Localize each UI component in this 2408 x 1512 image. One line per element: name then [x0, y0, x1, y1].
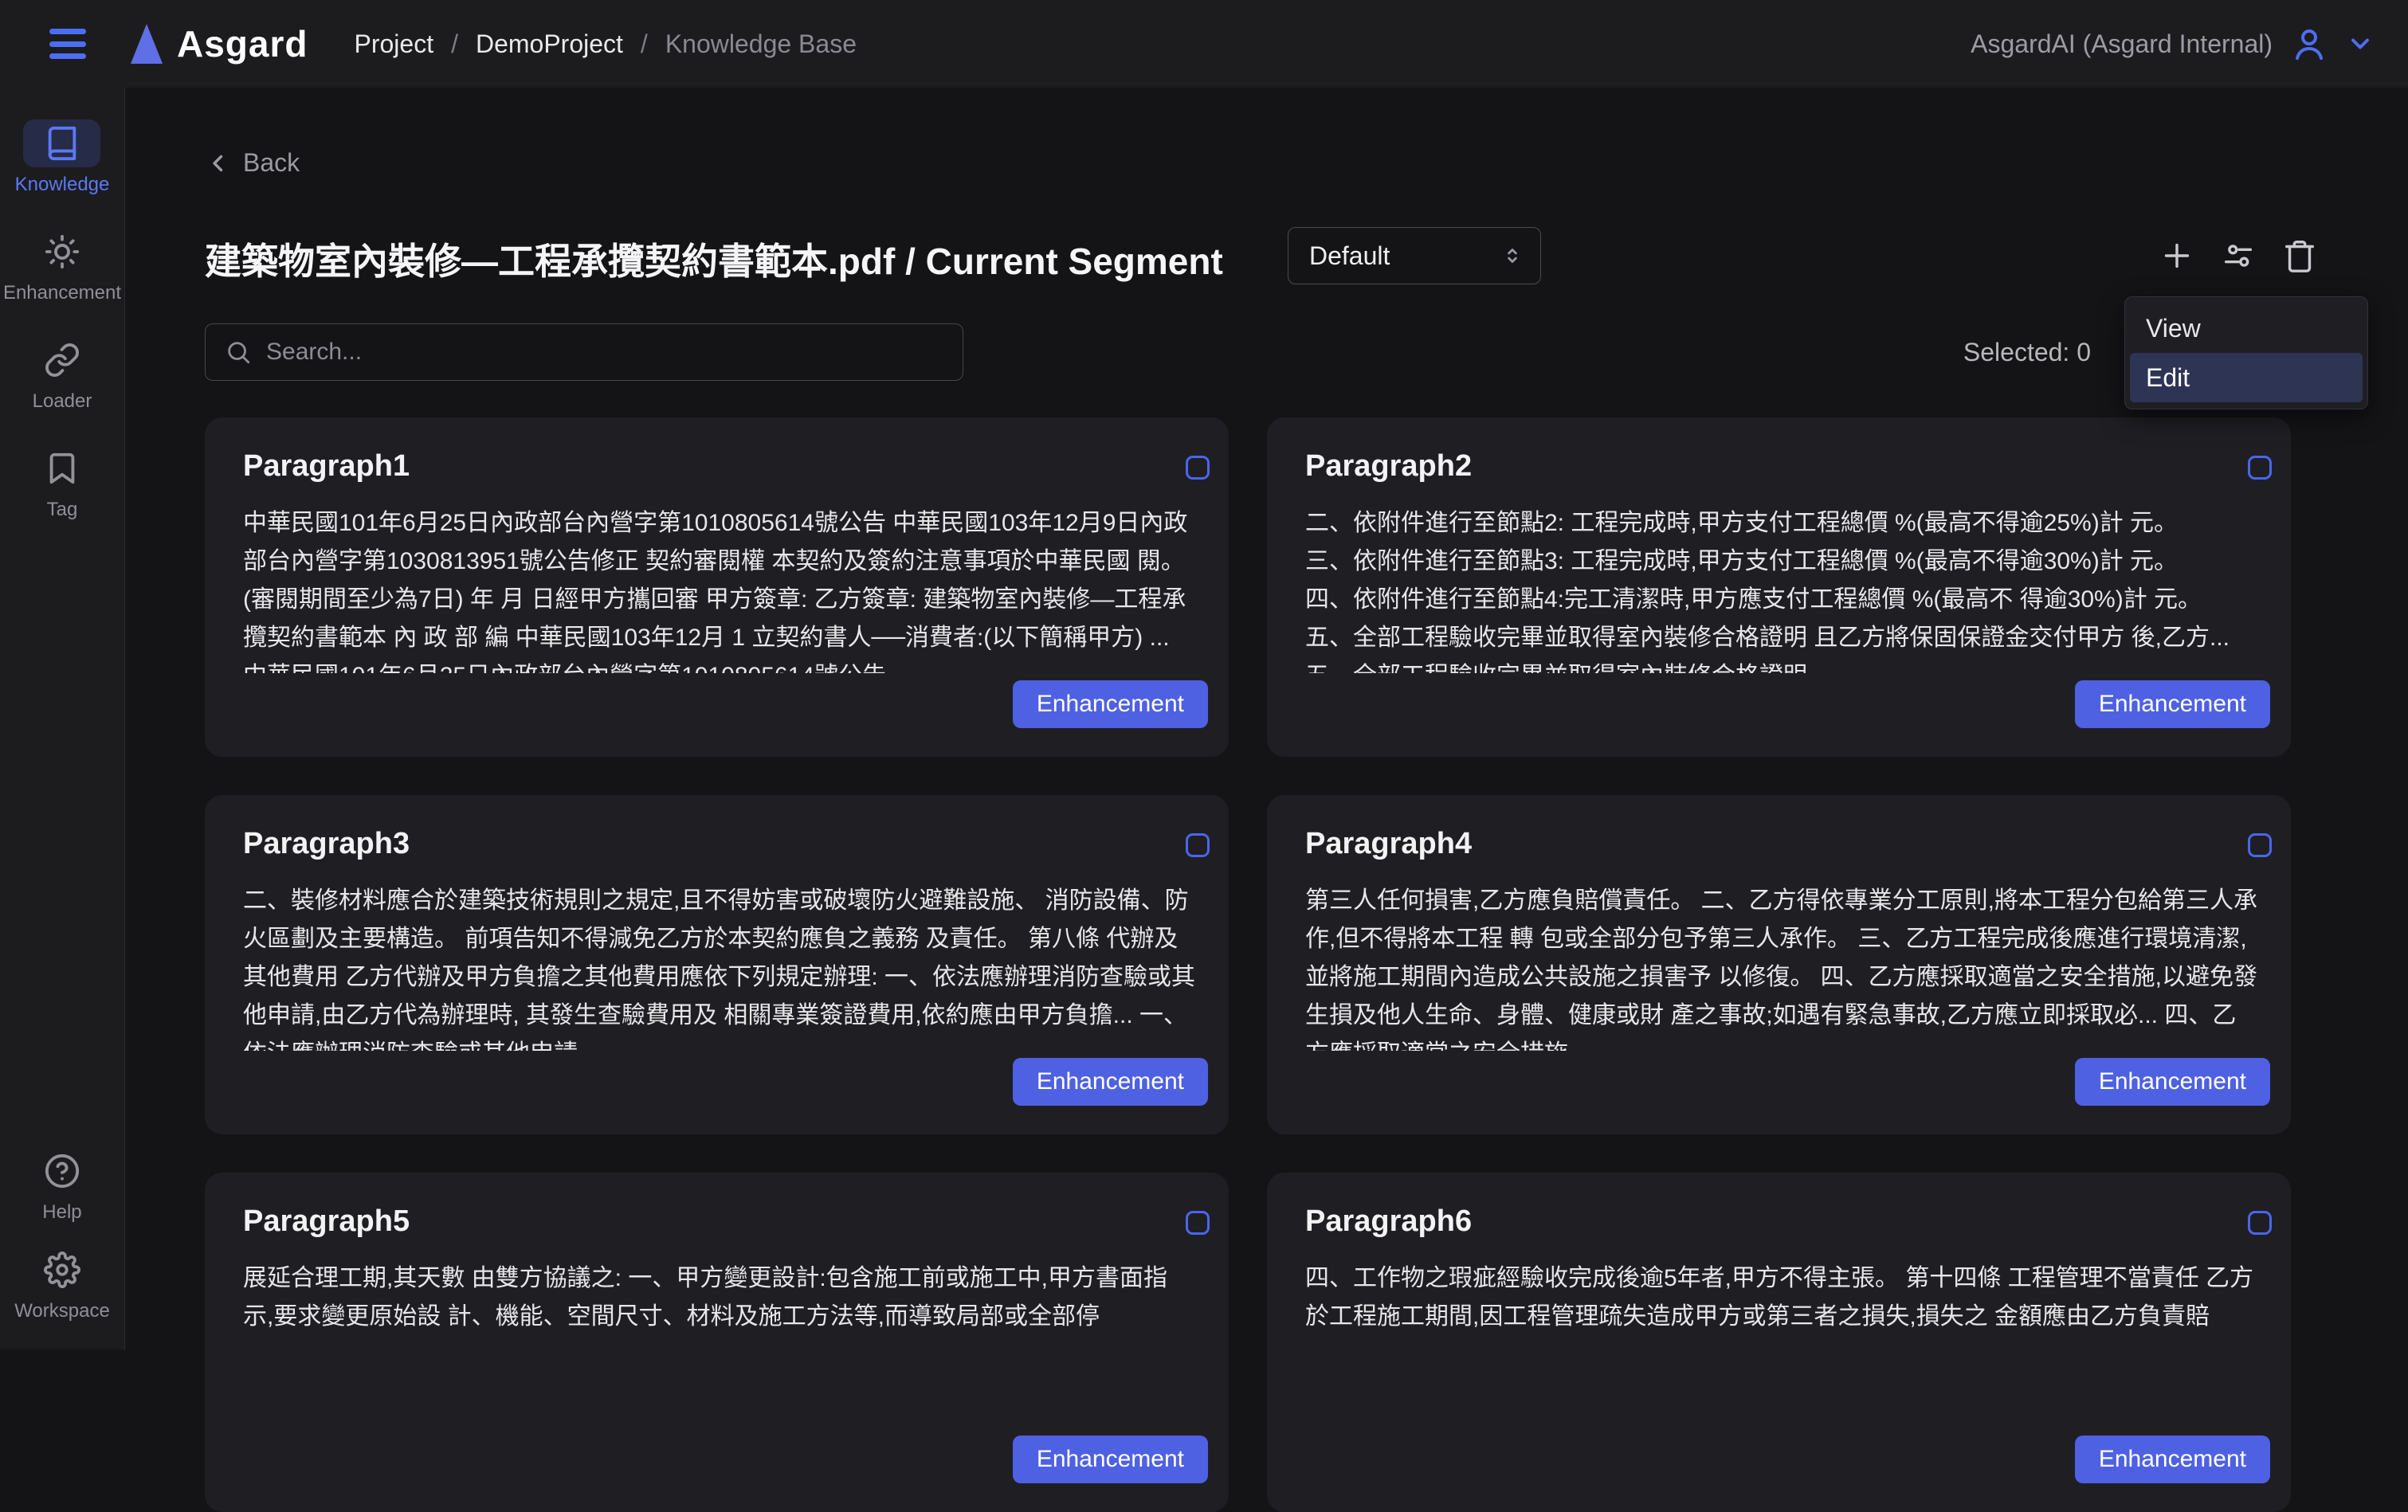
segment-card-paragraph4: Paragraph4 第三人任何損害,乙方應負賠償責任。 二、乙方得依專業分工原… [1267, 795, 2291, 1134]
segment-select[interactable]: Default [1288, 227, 1541, 284]
sidebar-footer: Help Workspace [14, 1125, 110, 1349]
sidebar-item-label: Enhancement [2, 282, 122, 304]
sliders-settings-button[interactable] [2220, 237, 2257, 274]
card-title: Paragraph2 [1305, 449, 1473, 483]
back-label: Back [243, 148, 300, 177]
card-checkbox[interactable] [1186, 1211, 1210, 1235]
enhancement-button[interactable]: Enhancement [1012, 1058, 1208, 1106]
card-title: Paragraph1 [243, 449, 410, 483]
view-edit-menu: View Edit [2124, 296, 2368, 409]
selected-count: Selected: 0 [1963, 338, 2091, 366]
card-checkbox[interactable] [2248, 833, 2272, 857]
sidebar-item-label: Tag [46, 499, 78, 520]
bookmark-icon [24, 445, 101, 492]
link-icon [24, 336, 101, 384]
chevron-left-icon [205, 150, 232, 177]
enhancement-button[interactable]: Enhancement [2074, 1058, 2270, 1106]
card-checkbox[interactable] [2248, 456, 2272, 480]
card-title: Paragraph3 [243, 827, 410, 860]
sidebar-item-label: Help [42, 1201, 82, 1223]
app-logo[interactable]: Asgard [131, 22, 308, 65]
help-circle-icon [23, 1147, 100, 1195]
sidebar-item-knowledge[interactable]: Knowledge [14, 119, 110, 196]
page-title: 建築物室內裝修—工程承攬契約書範本.pdf / Current Segment [205, 241, 1223, 282]
card-title: Paragraph4 [1305, 827, 1473, 860]
add-segment-button[interactable] [2159, 237, 2195, 274]
sidebar-item-help[interactable]: Help [23, 1147, 100, 1224]
user-area[interactable]: AsgardAI (Asgard Internal) [1971, 25, 2375, 63]
trash-button[interactable] [2281, 237, 2318, 274]
card-text: 二、裝修材料應合於建築技術規則之規定,且不得妨害或破壞防火避難設施、 消防設備、… [243, 887, 1196, 1051]
segment-card-paragraph5: Paragraph5 展延合理工期,其天數 由雙方協議之: 一、甲方變更設計:包… [205, 1173, 1229, 1512]
user-avatar-icon[interactable] [2290, 25, 2328, 63]
sidebar-item-label: Workspace [14, 1300, 110, 1322]
card-text: 中華民國101年6月25日內政部台內營字第1010805614號公告 中華民國1… [243, 510, 1188, 673]
back-button[interactable]: Back [205, 148, 300, 178]
segment-card-grid: Paragraph1 中華民國101年6月25日內政部台內營字第10108056… [205, 417, 2291, 1512]
search-box[interactable] [205, 323, 963, 381]
breadcrumb-project[interactable]: Project [354, 29, 433, 59]
card-title: Paragraph6 [1305, 1205, 1473, 1238]
breadcrumb-demoproject[interactable]: DemoProject [476, 29, 623, 59]
select-chevrons-icon [1500, 244, 1524, 268]
enhancement-button[interactable]: Enhancement [1012, 680, 1208, 728]
toolbar-actions [2159, 237, 2318, 274]
gear-icon [23, 1246, 100, 1294]
sidebar-item-label: Loader [32, 390, 92, 412]
breadcrumb-separator: / [451, 29, 458, 58]
card-text: 二、依附件進行至節點2: 工程完成時,甲方支付工程總價 %(最高不得逾25%)計… [1305, 510, 2230, 673]
user-name: AsgardAI (Asgard Internal) [1971, 29, 2273, 58]
brand-name: Asgard [177, 23, 308, 65]
segment-card-paragraph3: Paragraph3 二、裝修材料應合於建築技術規則之規定,且不得妨害或破壞防火… [205, 795, 1229, 1134]
sun-icon [23, 228, 100, 276]
segment-card-paragraph1: Paragraph1 中華民國101年6月25日內政部台內營字第10108056… [205, 417, 1229, 757]
logo-triangle-icon [131, 24, 163, 64]
enhancement-button[interactable]: Enhancement [2074, 1436, 2270, 1483]
card-checkbox[interactable] [1186, 833, 1210, 857]
sidebar-item-enhancement[interactable]: Enhancement [3, 228, 121, 304]
sidebar: Knowledge Enhancement Loader Tag Help Wo… [0, 88, 125, 1349]
breadcrumb-knowledge-base: Knowledge Base [665, 29, 857, 58]
breadcrumb-separator: / [640, 29, 648, 58]
card-text: 四、工作物之瑕疵經驗收完成後逾5年者,甲方不得主張。 第十四條 工程管理不當責任… [1305, 1265, 2254, 1330]
sidebar-item-loader[interactable]: Loader [24, 336, 101, 413]
card-checkbox[interactable] [2248, 1211, 2272, 1235]
sidebar-item-workspace[interactable]: Workspace [14, 1246, 110, 1322]
sidebar-item-label: Knowledge [14, 174, 110, 195]
sidebar-item-tag[interactable]: Tag [24, 445, 101, 521]
card-text: 第三人任何損害,乙方應負賠償責任。 二、乙方得依專業分工原則,將本工程分包給第三… [1305, 887, 2258, 1051]
segment-card-paragraph2: Paragraph2 二、依附件進行至節點2: 工程完成時,甲方支付工程總價 %… [1267, 417, 2291, 757]
search-icon [225, 339, 252, 366]
chevron-down-icon[interactable] [2346, 29, 2375, 58]
segment-card-paragraph6: Paragraph6 四、工作物之瑕疵經驗收完成後逾5年者,甲方不得主張。 第十… [1267, 1173, 2291, 1512]
menu-item-edit[interactable]: Edit [2130, 353, 2363, 402]
breadcrumb: Project / DemoProject / Knowledge Base [354, 29, 857, 59]
book-icon [23, 119, 101, 167]
hamburger-menu-icon[interactable] [49, 29, 86, 59]
card-title: Paragraph5 [243, 1205, 410, 1238]
search-input[interactable] [266, 339, 947, 366]
segment-select-value: Default [1309, 241, 1390, 270]
card-text: 展延合理工期,其天數 由雙方協議之: 一、甲方變更設計:包含施工前或施工中,甲方… [243, 1265, 1168, 1330]
topbar: Asgard Project / DemoProject / Knowledge… [0, 0, 2408, 88]
main-content: Back 建築物室內裝修—工程承攬契約書範本.pdf / Current Seg… [125, 88, 2408, 1512]
menu-item-view[interactable]: View [2130, 304, 2363, 353]
enhancement-button[interactable]: Enhancement [1012, 1436, 1208, 1483]
enhancement-button[interactable]: Enhancement [2074, 680, 2270, 728]
card-checkbox[interactable] [1186, 456, 1210, 480]
